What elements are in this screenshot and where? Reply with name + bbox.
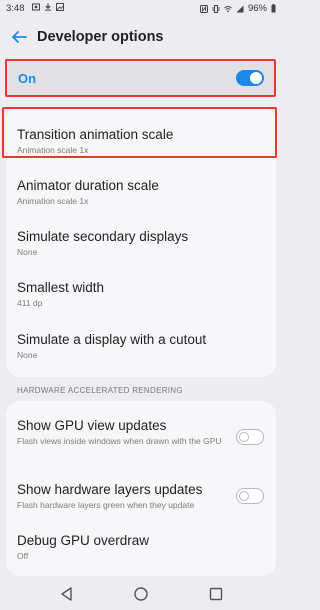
setting-simulate-secondary-displays[interactable]: Simulate secondary displays None [6, 209, 276, 260]
toggle-knob [239, 491, 249, 501]
back-triangle-icon[interactable] [59, 586, 75, 602]
battery-icon [271, 4, 276, 13]
setting-subtitle: Animation scale 1x [17, 196, 89, 206]
image-icon [56, 3, 64, 11]
recents-square-icon[interactable] [208, 586, 224, 602]
gpu-view-updates-toggle[interactable] [236, 429, 264, 445]
setting-title: Show hardware layers updates [17, 482, 203, 497]
page-title: Developer options [37, 29, 164, 45]
wifi-icon [224, 5, 232, 12]
toggle-knob [250, 72, 262, 84]
setting-title: Show GPU view updates [17, 418, 167, 433]
setting-debug-gpu-overdraw[interactable]: Debug GPU overdraw Off [6, 519, 276, 573]
setting-subtitle: None [17, 247, 38, 257]
vibrate-icon [212, 4, 220, 13]
home-circle-icon[interactable] [133, 586, 149, 602]
download-icon [45, 3, 51, 11]
setting-show-gpu-view-updates[interactable]: Show GPU view updates Flash views inside… [6, 401, 276, 465]
hardware-layers-updates-toggle[interactable] [236, 488, 264, 504]
setting-title: Smallest width [17, 280, 105, 295]
status-right-icons: 96% [199, 3, 276, 14]
setting-subtitle: None [17, 350, 38, 360]
setting-simulate-display-cutout[interactable]: Simulate a display with a cutout None [6, 311, 276, 366]
battery-percentage: 96% [247, 3, 267, 14]
status-time: 3:48 [6, 3, 25, 14]
app-bar: Developer options [0, 22, 282, 54]
setting-transition-animation-scale[interactable]: Transition animation scale Animation sca… [6, 107, 276, 158]
toggle-knob [239, 432, 249, 442]
section-header-hardware-rendering: HARDWARE ACCELERATED RENDERING [17, 386, 183, 395]
setting-subtitle: Animation scale 1x [17, 145, 89, 155]
setting-smallest-width[interactable]: Smallest width 411 dp [6, 260, 276, 311]
setting-title: Simulate a display with a cutout [17, 332, 207, 347]
photo-icon [32, 3, 40, 11]
setting-subtitle: Off [17, 551, 29, 561]
nfc-icon [199, 4, 208, 13]
hardware-rendering-card: Show GPU view updates Flash views inside… [6, 401, 276, 576]
settings-card: Transition animation scale Animation sca… [6, 107, 276, 377]
setting-subtitle: Flash hardware layers green when they up… [17, 500, 195, 510]
navigation-bar [0, 578, 282, 610]
signal-icon [236, 5, 244, 12]
setting-title: Debug GPU overdraw [17, 533, 150, 548]
setting-subtitle: 411 dp [17, 298, 43, 308]
master-toggle[interactable] [236, 70, 264, 86]
setting-title: Transition animation scale [17, 127, 174, 142]
back-arrow-icon[interactable] [10, 28, 28, 46]
master-switch-label: On [18, 71, 37, 86]
status-left-icons [32, 3, 64, 11]
setting-title: Animator duration scale [17, 178, 159, 193]
setting-subtitle: Flash views inside windows when drawn wi… [17, 436, 222, 446]
setting-title: Simulate secondary displays [17, 229, 189, 244]
developer-options-master-switch-row[interactable]: On [5, 59, 276, 97]
developer-options-screen: 3:48 96% Developer options On Transition… [0, 0, 282, 610]
status-bar: 3:48 96% [0, 0, 282, 18]
setting-show-hardware-layers-updates[interactable]: Show hardware layers updates Flash hardw… [6, 465, 276, 519]
setting-animator-duration-scale[interactable]: Animator duration scale Animation scale … [6, 158, 276, 209]
